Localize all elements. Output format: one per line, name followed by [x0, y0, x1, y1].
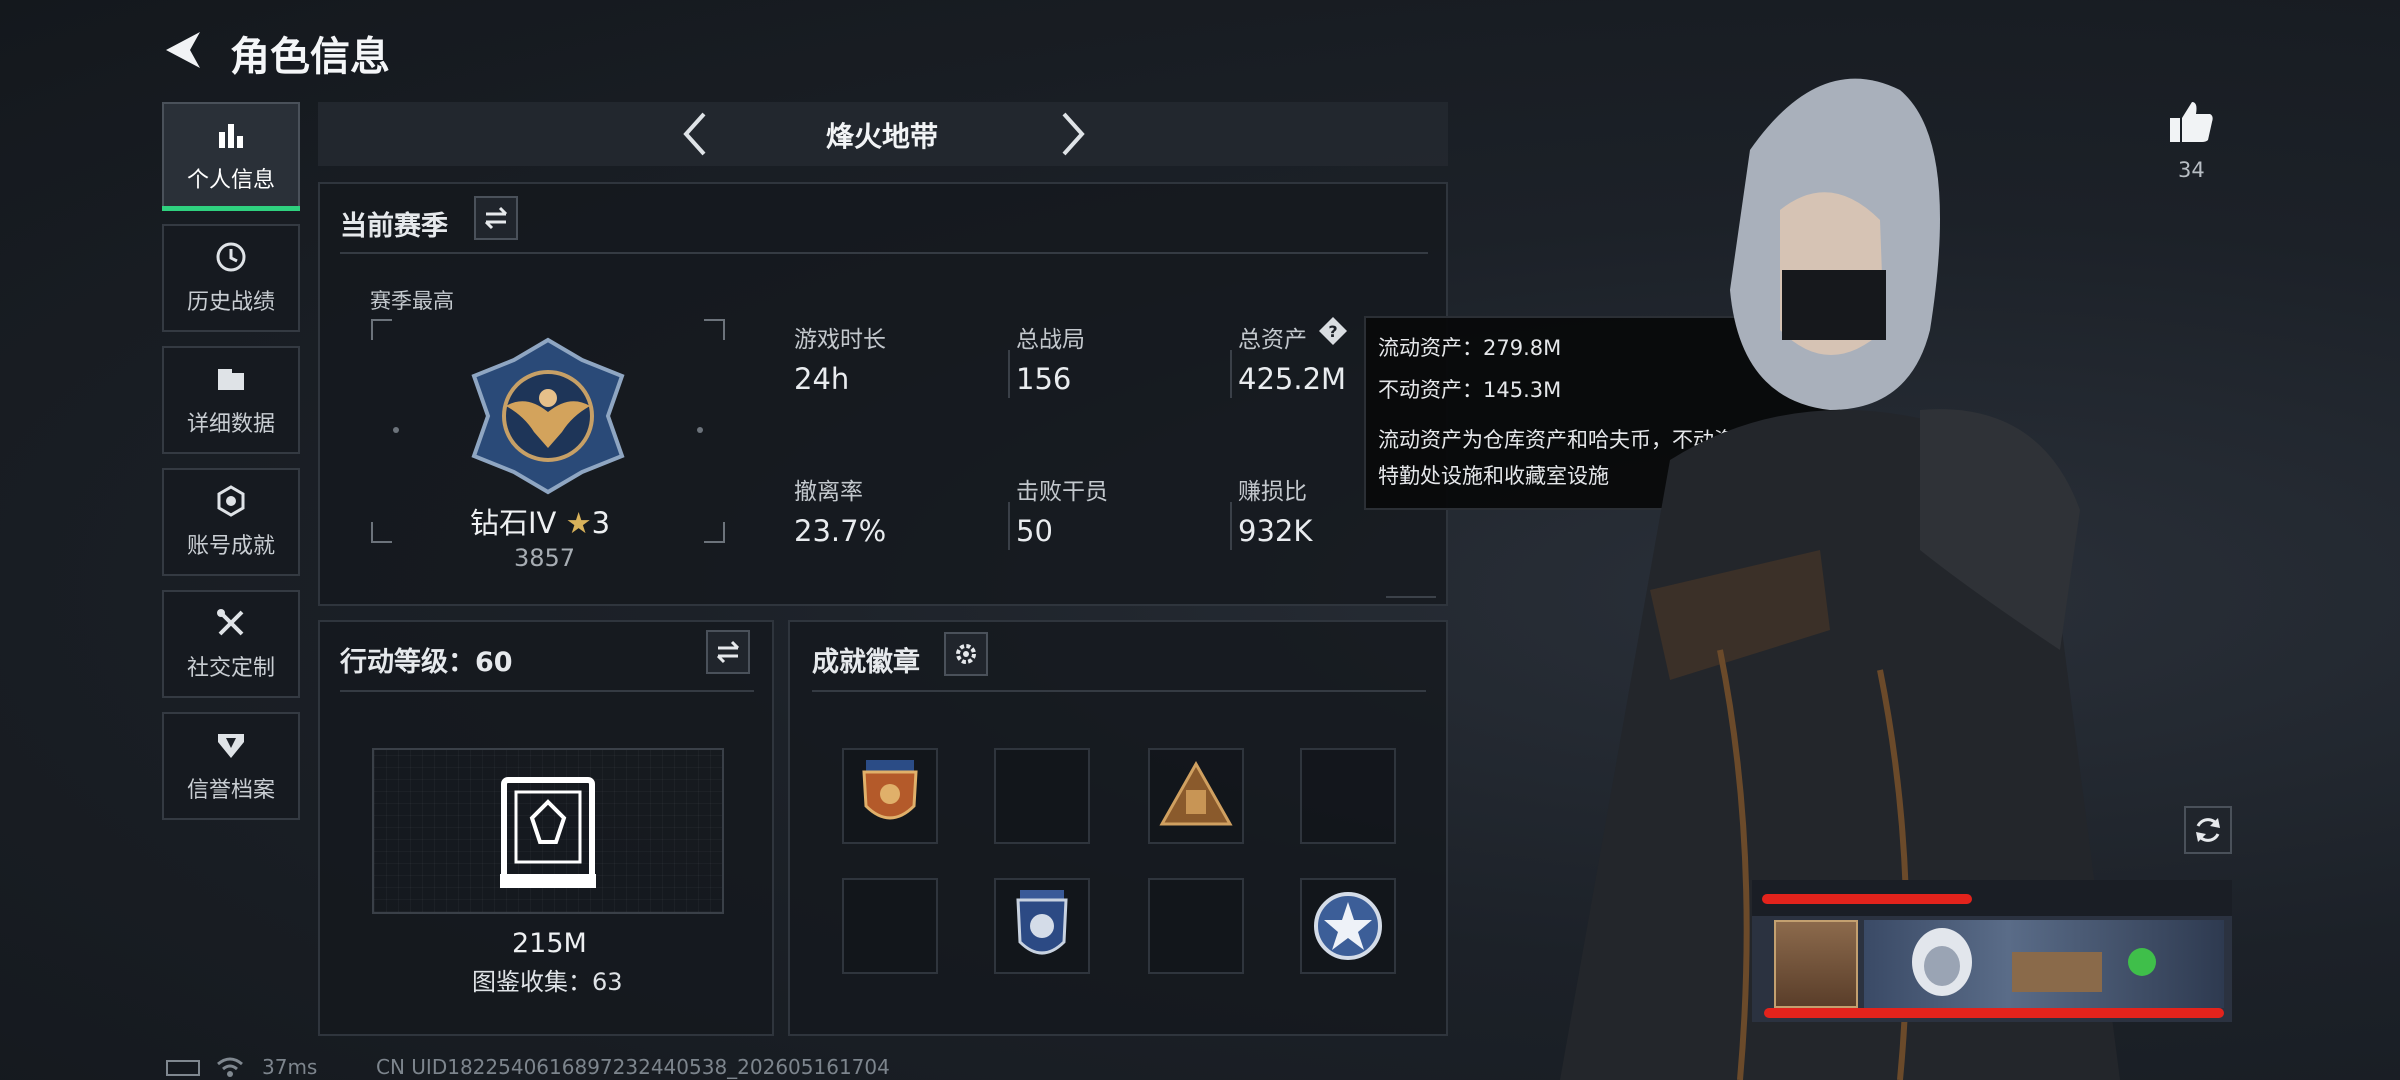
stat-value-kills: 50: [1016, 514, 1053, 548]
uid-text: CN UID1822540616897232440538_20260516170…: [376, 1055, 890, 1079]
rotate-button[interactable]: [2184, 806, 2232, 854]
swap-icon: [484, 206, 508, 230]
page-title: 角色信息: [230, 34, 390, 80]
medal-icon: [217, 485, 245, 517]
police-shield-badge-icon: [1016, 890, 1068, 955]
swap-icon: [716, 640, 740, 664]
shield-badge-icon: [218, 734, 244, 758]
stat-value-total-assets: 425.2M: [1238, 362, 1347, 396]
collection-count: 图鉴收集：63: [472, 968, 623, 996]
svg-text:?: ?: [1328, 322, 1337, 341]
badges-title: 成就徽章: [812, 647, 920, 678]
avatar: [1774, 920, 1858, 1008]
season-highest-label: 赛季最高: [370, 289, 454, 313]
mode-prev-button[interactable]: [676, 108, 716, 160]
badge-slot-empty[interactable]: [1148, 878, 1244, 974]
sidebar-item-label: 详细数据: [186, 412, 275, 437]
back-arrow-icon: [166, 32, 200, 68]
sidebar-item-label: 信誉档案: [186, 778, 275, 803]
thumbs-up-icon: [2170, 102, 2213, 142]
sidebar-item-label: 社交定制: [186, 656, 275, 681]
action-level-value: 215M: [512, 928, 587, 959]
badge-slot[interactable]: [1148, 748, 1244, 844]
rank-score: 3857: [514, 544, 576, 572]
action-level-title: 行动等级：60: [340, 647, 513, 678]
stat-separator: [1008, 350, 1010, 398]
triangle-crate-badge-icon: [1159, 760, 1233, 826]
banner-character-art: [1912, 928, 2156, 996]
badge-slot-empty[interactable]: [994, 748, 1090, 844]
season-header-divider: [340, 252, 1428, 254]
badge-slot[interactable]: [994, 878, 1090, 974]
chevron-left-icon: [683, 112, 706, 156]
chevron-right-icon: [1062, 112, 1085, 156]
rank-name: 钻石IV ★3: [470, 500, 610, 542]
wifi-icon: [217, 1057, 243, 1077]
bar-chart-icon: [219, 124, 243, 148]
folder-icon: [218, 369, 244, 390]
like-button[interactable]: [2166, 96, 2216, 146]
ping-text: 37ms: [262, 1055, 318, 1079]
badge-slot-empty[interactable]: [842, 878, 938, 974]
collection-case-icon: [500, 777, 596, 888]
stat-value-total-matches: 156: [1016, 362, 1072, 396]
sidebar-item-label: 历史战绩: [186, 290, 275, 315]
sidebar-item-label: 个人信息: [186, 168, 275, 193]
eagle-shield-badge-icon: [862, 760, 918, 820]
sidebar-item-label: 账号成就: [186, 534, 275, 559]
battery-icon: [166, 1060, 200, 1076]
sidebar-item-credit-file[interactable]: 信誉档案: [162, 712, 300, 820]
rank-stars: 3: [591, 506, 611, 540]
star-icon: ★: [565, 506, 592, 540]
rank-emblem-icon: [471, 337, 625, 495]
badge-slot[interactable]: [1300, 878, 1396, 974]
stat-value-extract-rate: 23.7%: [794, 514, 887, 548]
sidebar-item-social-custom[interactable]: 社交定制: [162, 590, 300, 698]
badges-settings-button[interactable]: [944, 632, 988, 676]
sidebar-item-detailed-data[interactable]: 详细数据: [162, 346, 300, 454]
sidebar-item-history[interactable]: 历史战绩: [162, 224, 300, 332]
gear-icon: [956, 644, 976, 664]
question-mark-icon: ?: [1319, 317, 1347, 345]
mode-label: 烽火地带: [826, 120, 939, 153]
like-count: 34: [2178, 158, 2205, 182]
stat-value-playtime: 24h: [794, 362, 850, 396]
rank-name-text: 钻石IV: [470, 506, 557, 540]
action-level-switch-button[interactable]: [706, 630, 750, 674]
stat-label-extract-rate: 撤离率: [794, 479, 863, 505]
help-icon[interactable]: ?: [1318, 316, 1348, 346]
season-title: 当前赛季: [340, 211, 448, 242]
stat-value-profit-ratio: 932K: [1238, 514, 1313, 548]
clock-icon: [216, 242, 246, 272]
tools-icon: [217, 609, 244, 636]
refresh-icon: [2196, 818, 2220, 842]
stat-label-total-assets: 总资产: [1238, 327, 1307, 353]
redaction-mark-top: [1762, 894, 1972, 904]
sidebar-item-personal-info[interactable]: 个人信息: [162, 102, 300, 210]
star-seal-badge-icon: [1314, 892, 1382, 960]
sidebar-item-achievements[interactable]: 账号成就: [162, 468, 300, 576]
stat-separator: [1008, 502, 1010, 550]
badges-divider: [812, 690, 1426, 692]
panel-corner-decoration: [1386, 584, 1436, 598]
mode-next-button[interactable]: [1052, 108, 1092, 160]
stat-label-kills: 击败干员: [1016, 479, 1108, 505]
stat-label-profit-ratio: 赚损比: [1238, 479, 1307, 505]
season-switch-button[interactable]: [474, 196, 518, 240]
back-button[interactable]: [160, 26, 208, 74]
action-level-divider: [340, 690, 754, 692]
badge-slot[interactable]: [842, 748, 938, 844]
stat-separator: [1230, 502, 1232, 550]
redaction-mark-bottom: [1764, 1008, 2224, 1018]
stat-label-playtime: 游戏时长: [794, 327, 886, 353]
stat-label-total-matches: 总战局: [1016, 327, 1085, 353]
stat-separator: [1230, 350, 1232, 398]
active-tab-indicator: [162, 206, 300, 211]
badge-slot-empty[interactable]: [1300, 748, 1396, 844]
team-banner[interactable]: [1752, 880, 2232, 1022]
